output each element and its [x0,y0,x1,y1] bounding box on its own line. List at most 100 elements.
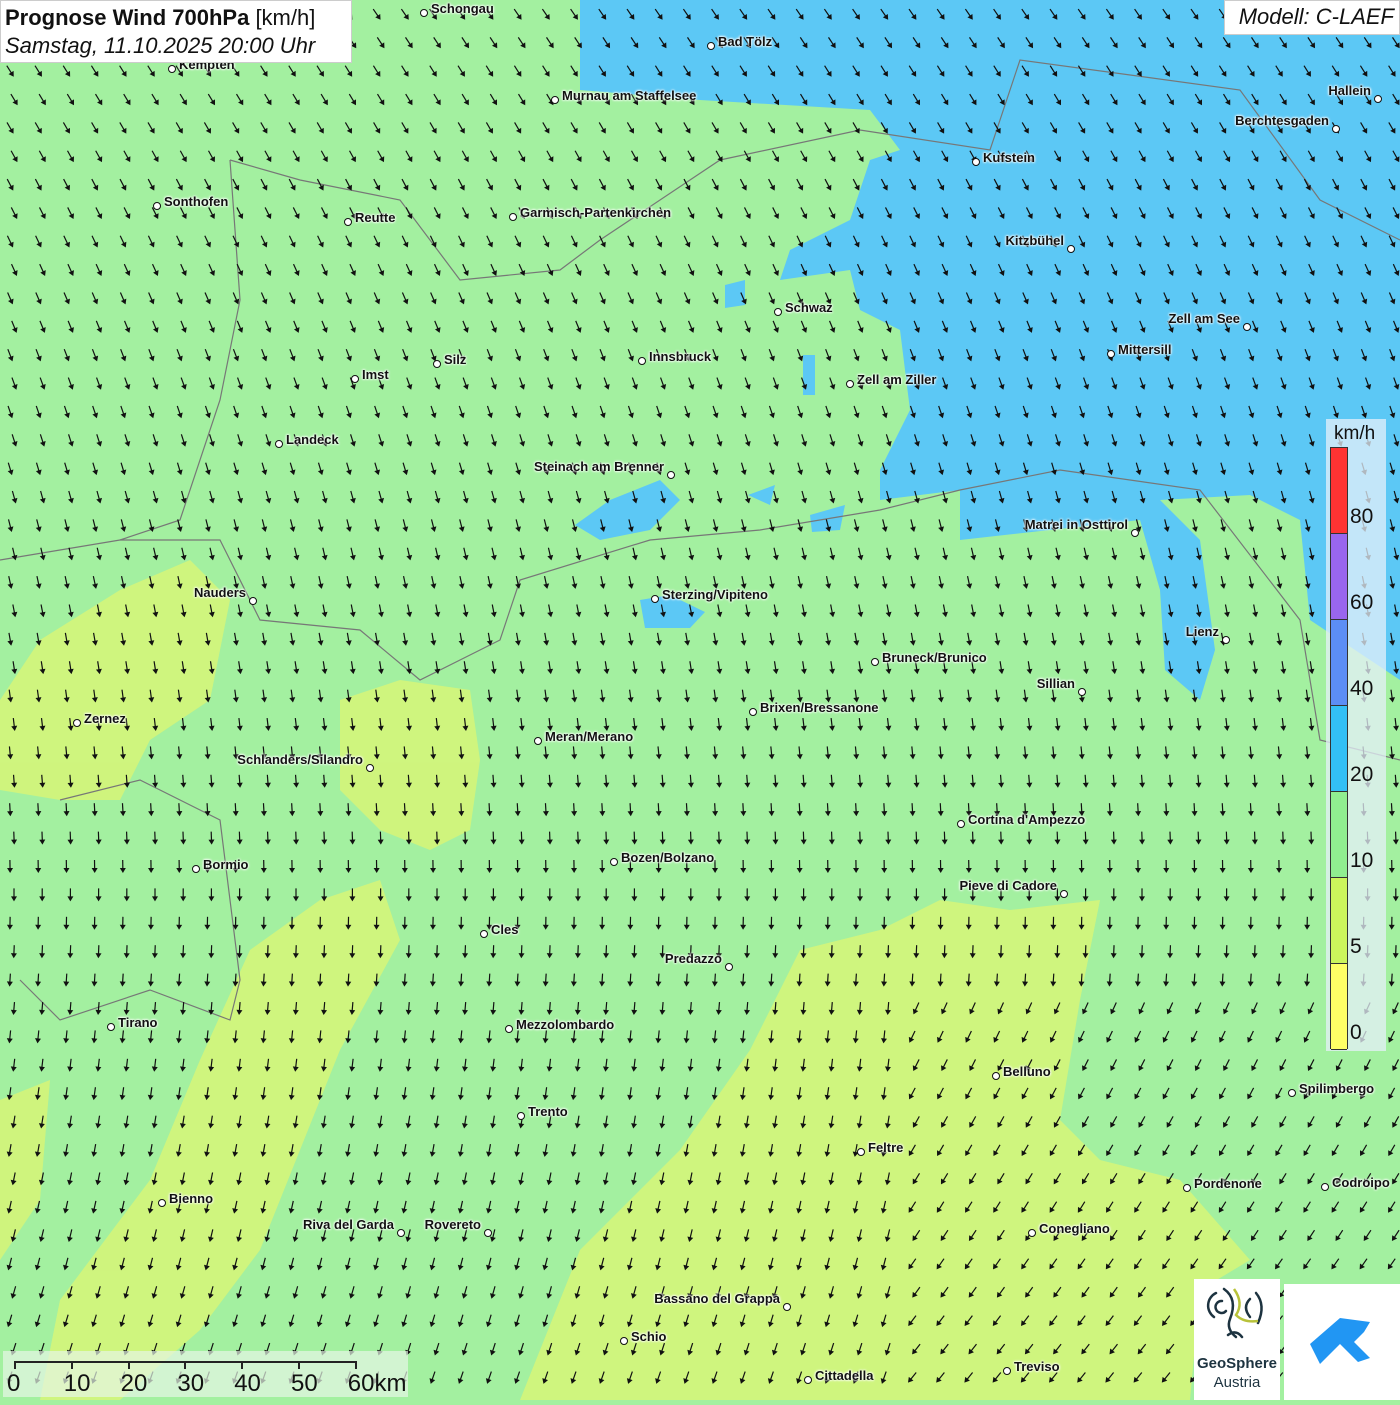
city-dot-icon [517,1112,525,1120]
city-dot-icon [707,42,715,50]
city-name: Zell am Ziller [857,372,936,387]
city-dot-icon [1321,1183,1329,1191]
city-name: Zell am See [1168,311,1240,326]
city-name: Silz [444,352,466,367]
legend-swatch [1331,964,1347,1050]
city-name: Bassano del Grappa [654,1291,780,1306]
cloud-arrow-icon [1284,1284,1400,1400]
city-dot-icon [846,380,854,388]
scale-label: 60km [348,1370,407,1398]
city-dot-icon [1003,1367,1011,1375]
legend-color-bar [1330,447,1348,1049]
scale-label: 50 [291,1370,318,1398]
city-name: Bruneck/Brunico [882,650,987,665]
city-name: Belluno [1003,1064,1051,1079]
city-dot-icon [620,1337,628,1345]
weather-app-logo[interactable] [1284,1284,1400,1400]
scale-tick [355,1361,357,1369]
city-name: Cittadella [815,1368,874,1383]
city-name: Bienno [169,1191,213,1206]
city-name: Schwaz [785,300,833,315]
city-name: Murnau am Staffelsee [562,88,696,103]
city-dot-icon [1060,890,1068,898]
city-dot-icon [667,471,675,479]
model-label: Modell: C-LAEF [1224,0,1400,35]
city-name: Zernez [84,711,126,726]
city-name: Schlanders/Silandro [237,752,363,767]
geosphere-austria-logo[interactable]: GeoSphere Austria [1194,1279,1280,1400]
city-name: Rovereto [425,1217,481,1232]
city-name: Garmisch-Partenkirchen [520,205,671,220]
legend-tick-label: 10 [1350,849,1373,873]
color-legend: km/h 806040201050 [1326,419,1386,1051]
scale-bar: 0102030405060km [3,1351,408,1397]
legend-tick-label: 20 [1350,763,1373,787]
city-dot-icon [1107,350,1115,358]
scale-label: 20 [121,1370,148,1398]
city-name: Pieve di Cadore [959,878,1057,893]
city-dot-icon [857,1148,865,1156]
city-dot-icon [783,1303,791,1311]
city-name: Codroipo [1332,1175,1390,1190]
scale-tick [14,1361,16,1369]
legend-swatch [1331,792,1347,878]
city-dot-icon [249,597,257,605]
city-dot-icon [1067,245,1075,253]
legend-tick-label: 5 [1350,935,1362,959]
city-name: Bormio [203,857,249,872]
city-dot-icon [972,158,980,166]
scale-tick [128,1361,130,1369]
scale-label: 0 [7,1370,20,1398]
legend-swatch [1331,706,1347,792]
city-dot-icon [1288,1089,1296,1097]
city-name: Feltre [868,1140,903,1155]
city-dot-icon [168,65,176,73]
city-name: Conegliano [1039,1221,1110,1236]
city-dot-icon [433,360,441,368]
city-name: Bozen/Bolzano [621,850,714,865]
city-name: Hallein [1328,83,1371,98]
scale-label: 30 [177,1370,204,1398]
city-name: Schio [631,1329,666,1344]
city-dot-icon [1078,688,1086,696]
geosphere-country: Austria [1194,1374,1280,1391]
city-dot-icon [344,218,352,226]
city-dot-icon [153,202,161,210]
city-dot-icon [534,737,542,745]
city-name: Matrei in Osttirol [1025,517,1128,532]
city-dot-icon [1243,323,1251,331]
city-name: Schongau [431,1,494,16]
city-dot-icon [871,658,879,666]
city-name: Reutte [355,210,395,225]
legend-swatch [1331,620,1347,706]
city-name: Riva del Garda [303,1217,394,1232]
city-name: Pordenone [1194,1176,1262,1191]
city-dot-icon [275,440,283,448]
city-dot-icon [351,375,359,383]
city-dot-icon [1183,1184,1191,1192]
city-dot-icon [480,930,488,938]
city-dot-icon [725,963,733,971]
city-name: Imst [362,367,389,382]
legend-tick-label: 40 [1350,677,1373,701]
scale-label: 10 [64,1370,91,1398]
geosphere-contour-icon [1194,1279,1280,1351]
city-dot-icon [505,1025,513,1033]
city-dot-icon [107,1023,115,1031]
city-name: Cortina d'Ampezzo [968,812,1085,827]
city-dot-icon [397,1229,405,1237]
city-dot-icon [1374,95,1382,103]
city-name: Brixen/Bressanone [760,700,879,715]
city-name: Berchtesgaden [1235,113,1329,128]
city-name: Sonthofen [164,194,228,209]
city-name: Treviso [1014,1359,1060,1374]
legend-swatch [1331,878,1347,964]
city-dot-icon [651,595,659,603]
city-name: Mezzolombardo [516,1017,614,1032]
city-dot-icon [1028,1229,1036,1237]
city-name: Kitzbühel [1006,233,1065,248]
legend-swatch [1331,534,1347,620]
city-dot-icon [804,1376,812,1384]
city-name: Sterzing/Vipiteno [662,587,768,602]
city-name: Tirano [118,1015,158,1030]
